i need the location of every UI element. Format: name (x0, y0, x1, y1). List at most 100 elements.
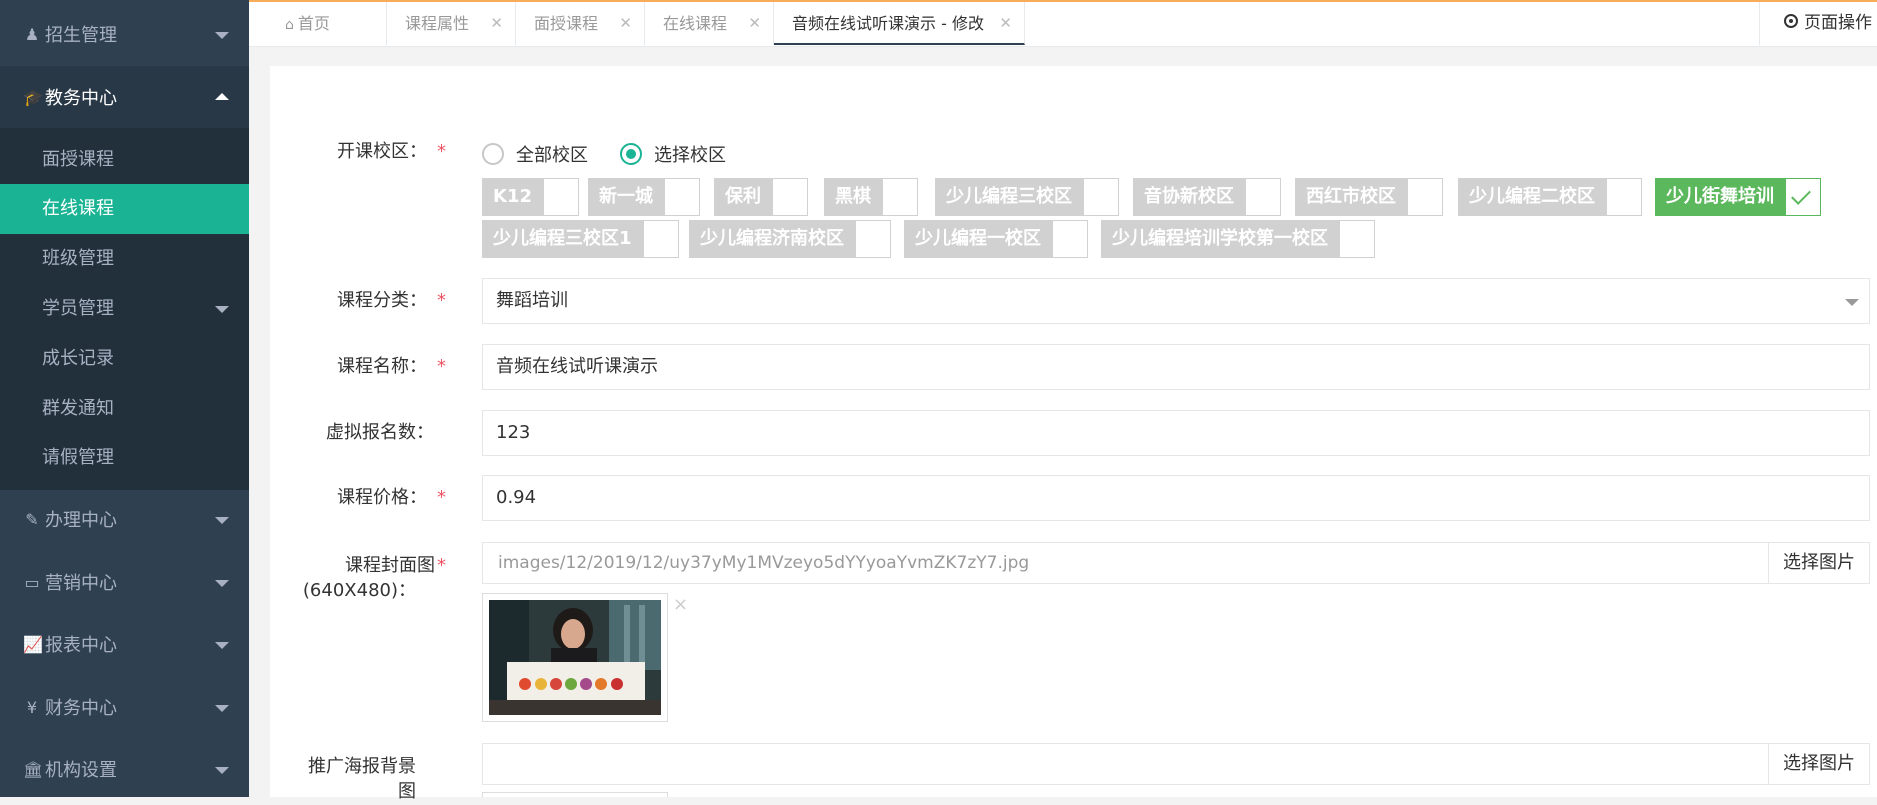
campus-chip[interactable]: 少儿编程培训学校第一校区 (1101, 220, 1375, 258)
chevron-up-icon (215, 93, 229, 100)
edit-icon: ✎ (25, 509, 39, 529)
check-icon (1791, 185, 1811, 205)
cover-thumbnail (482, 593, 668, 722)
tab-course-attr[interactable]: 课程属性 ✕ (387, 2, 516, 45)
chevron-down-icon (215, 642, 229, 649)
nav-label: 财务中心 (45, 698, 117, 719)
cover-path-input[interactable]: images/12/2019/12/uy37yMy1MVzeyo5dYYyoaY… (482, 542, 1870, 584)
nav-yingxiao[interactable]: ▭ 营销中心 (0, 551, 249, 613)
required-mark: * (437, 141, 446, 162)
campus-chip[interactable]: 少儿编程三校区 (935, 178, 1119, 216)
cover-label: 课程封面图 * (298, 553, 446, 579)
remove-image-icon[interactable]: × (673, 594, 688, 615)
target-icon (1784, 14, 1798, 28)
checkbox[interactable] (772, 178, 808, 216)
close-icon[interactable]: ✕ (619, 2, 632, 45)
checkbox[interactable] (1339, 220, 1375, 258)
checkbox[interactable] (1083, 178, 1119, 216)
close-icon[interactable]: ✕ (748, 2, 761, 45)
price-input[interactable]: 0.94 (482, 475, 1870, 521)
nav-banli[interactable]: ✎ 办理中心 (0, 488, 249, 550)
tab-edit-course[interactable]: 音频在线试听课演示 - 修改 ✕ (774, 2, 1025, 45)
chevron-down-icon (215, 306, 229, 313)
chevron-down-icon (215, 517, 229, 524)
tab-label: 音频在线试听课演示 - 修改 (792, 14, 984, 33)
radio-all-campus[interactable]: 全部校区 (482, 141, 588, 167)
close-icon[interactable]: ✕ (490, 2, 503, 45)
nav-zhaosheng[interactable]: ♟ 招生管理 (0, 3, 249, 65)
campus-chip[interactable]: K12 (482, 178, 579, 216)
campus-chip[interactable]: 黑棋 (824, 178, 918, 216)
course-name-input[interactable]: 音频在线试听课演示 (482, 344, 1870, 390)
checkbox[interactable] (1245, 178, 1281, 216)
category-select[interactable]: 舞蹈培训 (482, 278, 1870, 324)
choose-image-button[interactable]: 选择图片 (1768, 744, 1869, 784)
sidebar-item-label: 学员管理 (42, 298, 114, 319)
poster-path-input[interactable]: 选择图片 (482, 743, 1870, 785)
campus-chip[interactable]: 保利 (714, 178, 808, 216)
name-label: 课程名称： * (298, 354, 446, 380)
required-mark: * (437, 290, 446, 311)
label-text: 虚拟报名数： (326, 422, 434, 443)
sidebar-item-qunfa[interactable]: 群发通知 (0, 384, 249, 434)
campus-chip[interactable]: 少儿编程三校区1 (482, 220, 679, 258)
checkbox[interactable] (664, 178, 700, 216)
page-ops-label: 页面操作 (1804, 13, 1872, 33)
checkbox-checked[interactable] (1785, 178, 1821, 216)
virtual-signup-input[interactable]: 123 (482, 410, 1870, 456)
radio-circle (482, 143, 504, 165)
radio-label: 全部校区 (516, 145, 588, 166)
poster-label-2: 图 (398, 781, 416, 802)
sidebar-item-qingjia[interactable]: 请假管理 (0, 433, 249, 483)
nav-caiwu[interactable]: ¥ 财务中心 (0, 676, 249, 738)
checkbox[interactable] (1606, 178, 1642, 216)
chip-label: 黑棋 (824, 178, 882, 216)
campus-chip[interactable]: 少儿编程一校区 (904, 220, 1088, 258)
required-mark: * (437, 356, 446, 377)
nav-jiaowu[interactable]: 🎓 教务中心 (0, 66, 249, 128)
cover-image (489, 600, 661, 715)
campus-chip[interactable]: 西红市校区 (1295, 178, 1443, 216)
sidebar-item-xueyuan[interactable]: 学员管理 (0, 284, 249, 334)
close-icon[interactable]: ✕ (999, 2, 1012, 45)
home-icon: ⌂ (285, 17, 294, 33)
sidebar-item-mianshou[interactable]: 面授课程 (0, 135, 249, 185)
radio-label: 选择校区 (654, 145, 726, 166)
nav-label: 报表中心 (45, 635, 117, 656)
campus-chip-selected[interactable]: 少儿街舞培训 (1655, 178, 1821, 216)
sidebar-item-zaixian[interactable]: 在线课程 (0, 184, 249, 234)
checkbox[interactable] (1052, 220, 1088, 258)
chip-label: 音协新校区 (1133, 178, 1245, 216)
campus-chip[interactable]: 少儿编程济南校区 (689, 220, 891, 258)
tab-label: 面授课程 (534, 14, 599, 33)
required-mark: * (437, 487, 446, 508)
bank-icon: 🏛 (23, 759, 44, 779)
chip-label: 少儿编程一校区 (904, 220, 1052, 258)
checkbox[interactable] (855, 220, 891, 258)
campus-label: 开课校区： * (298, 139, 446, 165)
checkbox[interactable] (642, 220, 679, 258)
label-text: 课程价格： (337, 487, 427, 508)
campus-chip[interactable]: 少儿编程二校区 (1458, 178, 1642, 216)
tab-home[interactable]: ⌂ 首页 (267, 2, 387, 45)
tab-mianshou[interactable]: 面授课程 ✕ (516, 2, 645, 45)
checkbox[interactable] (1407, 178, 1443, 216)
chip-label: K12 (482, 178, 543, 216)
tab-zaixian[interactable]: 在线课程 ✕ (645, 2, 774, 45)
chip-label: 少儿编程济南校区 (689, 220, 855, 258)
sidebar-item-banji[interactable]: 班级管理 (0, 234, 249, 284)
checkbox[interactable] (882, 178, 918, 216)
choose-image-button[interactable]: 选择图片 (1768, 543, 1869, 583)
checkbox[interactable] (543, 178, 579, 216)
virtual-signup-label: 虚拟报名数： (286, 420, 434, 446)
sidebar-item-chengzhang[interactable]: 成长记录 (0, 334, 249, 384)
radio-select-campus[interactable]: 选择校区 (620, 141, 726, 167)
campus-chip[interactable]: 音协新校区 (1133, 178, 1281, 216)
page-operations-button[interactable]: 页面操作 (1759, 2, 1877, 45)
nav-jigou[interactable]: 🏛 机构设置 (0, 738, 249, 800)
campus-chip[interactable]: 新一城 (588, 178, 700, 216)
chevron-down-icon (215, 705, 229, 712)
nav-baobiao[interactable]: 📈 报表中心 (0, 613, 249, 675)
tab-label: 在线课程 (663, 14, 728, 33)
price-label: 课程价格： * (298, 485, 446, 511)
